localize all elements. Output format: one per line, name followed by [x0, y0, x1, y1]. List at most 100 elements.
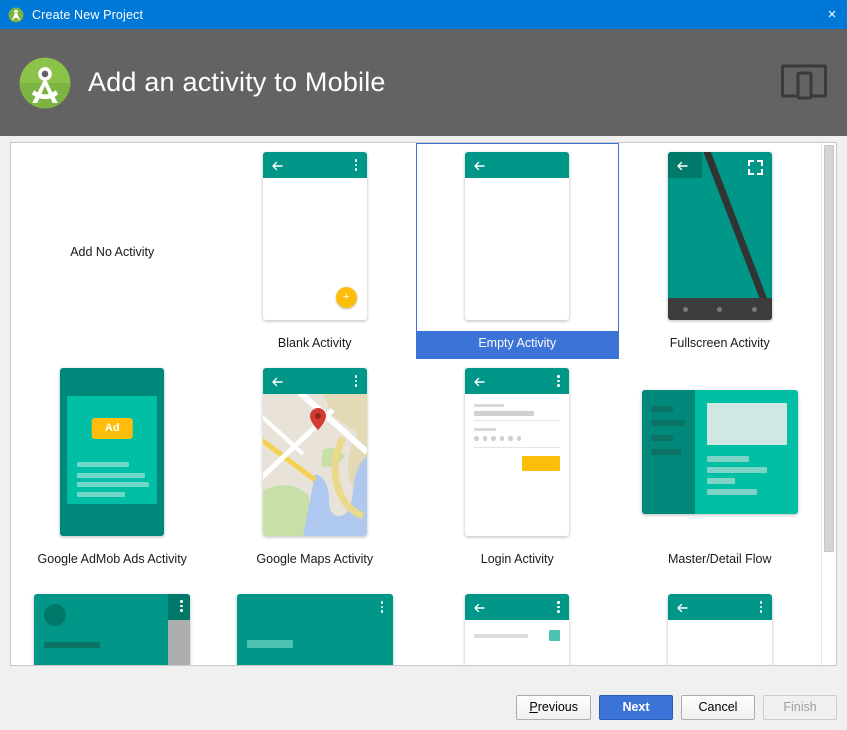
thumbnail-partial-tabbed: [667, 594, 772, 665]
next-button[interactable]: Next: [599, 694, 673, 720]
thumbnail-partial-navdrawer: [34, 594, 191, 665]
activity-card-partial-3[interactable]: [416, 575, 619, 665]
admob-content-panel: Ad: [67, 396, 158, 504]
content-line: [77, 462, 130, 467]
phone-mock: [667, 152, 772, 320]
phone-mock: [667, 594, 772, 665]
back-arrow-icon: [473, 159, 485, 171]
content-line: [77, 492, 126, 497]
back-arrow-icon: [473, 375, 485, 387]
content-line: [77, 473, 146, 478]
password-dots: [474, 436, 522, 441]
field-value: [474, 411, 535, 416]
detail-line: [707, 456, 750, 462]
tablet-mock: +: [236, 594, 393, 665]
back-arrow-icon: [676, 159, 688, 171]
page-title: Add an activity to Mobile: [88, 67, 386, 97]
detail-line: [707, 489, 758, 495]
checkbox-icon: [549, 630, 561, 641]
dialog-body: Add No Activity + Blank Activity Empty A…: [0, 136, 847, 684]
master-item: [650, 449, 681, 455]
thumbnail-empty-activity: [465, 152, 570, 320]
thumbnail-fullscreen-activity: [667, 152, 772, 320]
overflow-menu-icon: [180, 600, 183, 613]
overflow-menu-icon: [759, 601, 763, 614]
gallery-scrollbar[interactable]: [821, 143, 836, 665]
activity-card-partial-2[interactable]: +: [214, 575, 417, 665]
phone-mock: +: [262, 152, 367, 320]
field-label: [474, 428, 497, 431]
map-pin-icon: [309, 408, 326, 430]
wizard-header: Add an activity to Mobile: [0, 29, 847, 136]
sign-in-button-mock: [522, 456, 561, 471]
finish-button[interactable]: Finish: [763, 694, 837, 720]
overflow-menu-icon: [557, 375, 560, 388]
create-new-project-dialog: Create New Project × Add an activity to …: [0, 0, 847, 730]
activity-grid: Add No Activity + Blank Activity Empty A…: [11, 143, 821, 665]
avatar: [44, 604, 67, 626]
thumbnail-partial-scrolling: +: [236, 594, 393, 665]
gallery-scroll-viewport: Add No Activity + Blank Activity Empty A…: [11, 143, 821, 665]
activity-card-empty-activity[interactable]: Empty Activity: [416, 143, 619, 359]
activity-card-login-activity[interactable]: Login Activity: [416, 359, 619, 575]
activity-card-label: Google AdMob Ads Activity: [37, 552, 187, 566]
overflow-menu-icon: [557, 601, 560, 614]
detail-image-card: [707, 403, 787, 445]
setting-label: [474, 634, 529, 638]
content-line: [77, 482, 150, 487]
navigation-bar: [667, 298, 772, 320]
activity-card-label: Master/Detail Flow: [668, 552, 772, 566]
back-arrow-icon: [271, 159, 283, 171]
previous-button[interactable]: Previous: [516, 694, 591, 720]
thumbnail-maps-activity: [262, 368, 367, 536]
field-label: [474, 404, 505, 407]
activity-card-label: Login Activity: [480, 552, 554, 566]
appbar-corner: [168, 594, 191, 620]
thumbnail-partial-settings: [465, 594, 570, 665]
activity-card-label: Empty Activity: [417, 331, 618, 358]
thumbnail-master-detail-flow: [641, 390, 798, 514]
back-arrow-icon: [473, 601, 485, 613]
ad-badge: Ad: [91, 418, 133, 439]
fullscreen-surface: [667, 152, 772, 320]
previous-button-mnemonic: P: [529, 700, 538, 714]
activity-card-label: Google Maps Activity: [256, 552, 374, 566]
title-bar: Create New Project ×: [0, 0, 847, 29]
master-item: [650, 435, 673, 441]
activity-card-google-admob-ads-activity[interactable]: Ad Google AdMob Ads Activity: [11, 359, 214, 575]
field-underline: [474, 447, 561, 448]
activity-card-add-no-activity[interactable]: Add No Activity: [11, 143, 214, 359]
admob-frame: Ad: [60, 368, 165, 536]
cancel-button[interactable]: Cancel: [681, 694, 755, 720]
activity-card-partial-4[interactable]: [619, 575, 822, 665]
floating-action-button-icon: +: [335, 287, 357, 308]
detail-line: [707, 467, 768, 473]
overflow-menu-icon: [380, 601, 384, 614]
master-item: [650, 406, 673, 412]
activity-card-master-detail-flow[interactable]: Master/Detail Flow: [619, 359, 822, 575]
activity-card-blank-activity[interactable]: + Blank Activity: [214, 143, 417, 359]
window-title: Create New Project: [32, 7, 144, 22]
master-item: [650, 420, 685, 426]
activity-card-label: Blank Activity: [277, 336, 352, 350]
diagonal-stripe: [697, 152, 772, 320]
content-line: [246, 640, 293, 648]
close-icon[interactable]: ×: [817, 0, 847, 29]
phone-mock: [465, 152, 570, 320]
thumbnail-blank-activity: +: [262, 152, 367, 320]
activity-card-label: Add No Activity: [70, 245, 155, 259]
activity-card-label: Fullscreen Activity: [669, 336, 770, 350]
phone-mock: [262, 368, 367, 536]
phone-mock: [465, 368, 570, 536]
back-arrow-icon: [271, 375, 283, 387]
content-line: [44, 642, 101, 648]
overflow-menu-icon: [354, 159, 358, 172]
fullscreen-expand-icon: [747, 159, 763, 176]
tablet-mock: [641, 390, 798, 514]
activity-card-fullscreen-activity[interactable]: Fullscreen Activity: [619, 143, 822, 359]
activity-card-google-maps-activity[interactable]: Google Maps Activity: [214, 359, 417, 575]
tablet-mock: [34, 594, 191, 665]
gallery-scrollbar-thumb[interactable]: [824, 145, 834, 553]
thumbnail-admob-activity: Ad: [60, 368, 165, 536]
activity-card-partial-1[interactable]: [11, 575, 214, 665]
